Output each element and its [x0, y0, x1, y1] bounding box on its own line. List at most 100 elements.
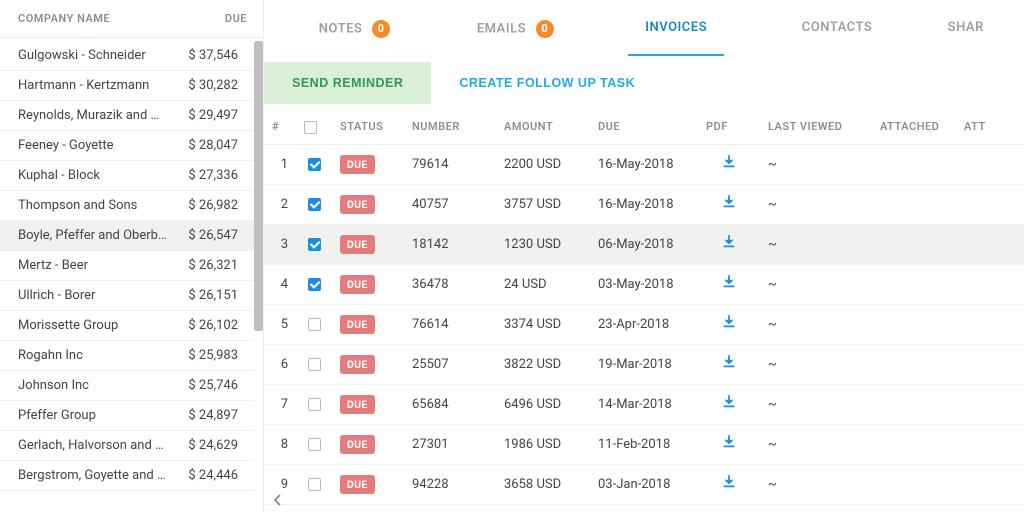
download-icon[interactable] — [722, 395, 736, 413]
row-select-checkbox[interactable] — [308, 478, 321, 491]
company-due: $ 26,321 — [170, 258, 238, 273]
column-header-company[interactable]: COMPANY NAME — [18, 12, 179, 25]
row-select-cell — [296, 344, 332, 384]
sidebar-item[interactable]: Gulgowski - Schneider$ 37,546 — [0, 41, 254, 71]
create-follow-up-button[interactable]: CREATE FOLLOW UP TASK — [431, 62, 663, 104]
sidebar-item[interactable]: Gerlach, Halvorson and Kuvalis$ 24,629 — [0, 431, 254, 461]
sidebar-item[interactable]: Johnson Inc$ 25,746 — [0, 371, 254, 401]
sidebar-scrollbar-thumb[interactable] — [254, 41, 263, 331]
tab-share[interactable]: SHAR — [918, 4, 1015, 56]
company-list: Gulgowski - Schneider$ 37,546Hartmann - … — [0, 41, 254, 512]
row-index: 4 — [264, 264, 296, 304]
row-due-date: 11-Feb-2018 — [590, 424, 698, 464]
table-row[interactable]: 4DUE3647824 USD03-May-2018~ — [264, 264, 1024, 304]
table-row[interactable]: 6DUE255073822 USD19-Mar-2018~ — [264, 344, 1024, 384]
sidebar-item[interactable]: Mertz - Beer$ 26,321 — [0, 251, 254, 281]
column-header-index: # — [264, 110, 296, 144]
row-select-checkbox[interactable] — [308, 398, 321, 411]
row-last-viewed: ~ — [760, 304, 872, 344]
company-sidebar: COMPANY NAME DUE Gulgowski - Schneider$ … — [0, 0, 264, 512]
row-number: 79614 — [404, 144, 496, 184]
column-header-last-viewed[interactable]: LAST VIEWED — [760, 110, 872, 144]
sidebar-item[interactable]: Reynolds, Murazik and Wiza$ 29,497 — [0, 101, 254, 131]
row-last-viewed: ~ — [760, 144, 872, 184]
column-header-number[interactable]: NUMBER — [404, 110, 496, 144]
table-row[interactable]: 2DUE407573757 USD16-May-2018~ — [264, 184, 1024, 224]
column-header-att[interactable]: ATT — [956, 110, 1024, 144]
row-pdf — [698, 264, 760, 304]
tab-emails[interactable]: EMAILS 0 — [435, 4, 596, 56]
row-pdf — [698, 304, 760, 344]
company-due: $ 26,151 — [170, 288, 238, 303]
column-header-attached[interactable]: ATTACHED — [872, 110, 956, 144]
table-row[interactable]: 1DUE796142200 USD16-May-2018~ — [264, 144, 1024, 184]
table-row[interactable]: 3DUE181421230 USD06-May-2018~ — [264, 224, 1024, 264]
row-due-date: 16-May-2018 — [590, 144, 698, 184]
table-row[interactable]: 5DUE766143374 USD23-Apr-2018~ — [264, 304, 1024, 344]
row-select-checkbox[interactable] — [308, 358, 321, 371]
column-header-due[interactable]: DUE — [179, 12, 247, 25]
row-att2 — [956, 304, 1024, 344]
column-header-due[interactable]: DUE — [590, 110, 698, 144]
sidebar-item[interactable]: Kuphal - Block$ 27,336 — [0, 161, 254, 191]
status-pill: DUE — [340, 235, 375, 254]
send-reminder-button[interactable]: SEND REMINDER — [264, 62, 431, 104]
table-row[interactable]: 8DUE273011986 USD11-Feb-2018~ — [264, 424, 1024, 464]
sidebar-item[interactable]: Thompson and Sons$ 26,982 — [0, 191, 254, 221]
sidebar-item[interactable]: Rogahn Inc$ 25,983 — [0, 341, 254, 371]
download-icon[interactable] — [722, 275, 736, 293]
download-icon[interactable] — [722, 435, 736, 453]
status-pill: DUE — [340, 395, 375, 414]
sidebar-item[interactable]: Boyle, Pfeffer and Oberbrunner$ 26,547 — [0, 221, 254, 251]
invoice-action-bar: SEND REMINDER CREATE FOLLOW UP TASK — [264, 56, 1024, 110]
row-pdf — [698, 184, 760, 224]
row-select-checkbox[interactable] — [308, 438, 321, 451]
row-last-viewed: ~ — [760, 424, 872, 464]
table-row[interactable]: 9DUE942283658 USD03-Jan-2018~ — [264, 464, 1024, 504]
status-pill: DUE — [340, 275, 375, 294]
row-status: DUE — [332, 424, 404, 464]
sidebar-scrollbar-track[interactable] — [254, 41, 263, 512]
row-select-checkbox[interactable] — [308, 238, 321, 251]
row-amount: 3757 USD — [496, 184, 590, 224]
sidebar-item[interactable]: Feeney - Goyette$ 28,047 — [0, 131, 254, 161]
sidebar-item[interactable]: Pfeffer Group$ 24,897 — [0, 401, 254, 431]
row-select-checkbox[interactable] — [308, 318, 321, 331]
tab-label: NOTES — [319, 21, 363, 36]
sidebar-item[interactable]: Hartmann - Kertzmann$ 30,282 — [0, 71, 254, 101]
company-name: Gulgowski - Schneider — [18, 48, 170, 63]
row-select-checkbox[interactable] — [308, 278, 321, 291]
download-icon[interactable] — [722, 315, 736, 333]
download-icon[interactable] — [722, 155, 736, 173]
table-row[interactable]: 7DUE656846496 USD14-Mar-2018~ — [264, 384, 1024, 424]
download-icon[interactable] — [722, 235, 736, 253]
horizontal-scroll-left-icon[interactable] — [272, 494, 284, 506]
row-att2 — [956, 224, 1024, 264]
tab-invoices[interactable]: INVOICES — [596, 4, 757, 56]
column-header-amount[interactable]: AMOUNT — [496, 110, 590, 144]
row-attached — [872, 464, 956, 504]
sidebar-item[interactable]: Bergstrom, Goyette and Nikolaus$ 24,446 — [0, 461, 254, 491]
row-due-date: 14-Mar-2018 — [590, 384, 698, 424]
company-due: $ 30,282 — [170, 78, 238, 93]
column-header-pdf[interactable]: PDF — [698, 110, 760, 144]
row-select-checkbox[interactable] — [308, 158, 321, 171]
download-icon[interactable] — [722, 355, 736, 373]
row-select-checkbox[interactable] — [308, 198, 321, 211]
sidebar-item[interactable]: Morissette Group$ 26,102 — [0, 311, 254, 341]
row-att2 — [956, 424, 1024, 464]
company-due: $ 25,746 — [170, 378, 238, 393]
row-select-cell — [296, 464, 332, 504]
download-icon[interactable] — [722, 195, 736, 213]
tab-notes[interactable]: NOTES 0 — [274, 4, 435, 56]
sidebar-item[interactable]: Ullrich - Borer$ 26,151 — [0, 281, 254, 311]
download-icon[interactable] — [722, 475, 736, 493]
row-pdf — [698, 224, 760, 264]
select-all-checkbox[interactable] — [304, 121, 317, 134]
row-select-cell — [296, 384, 332, 424]
company-name: Boyle, Pfeffer and Oberbrunner — [18, 228, 170, 243]
row-status: DUE — [332, 224, 404, 264]
row-pdf — [698, 344, 760, 384]
tab-contacts[interactable]: CONTACTS — [757, 4, 918, 56]
column-header-status[interactable]: STATUS — [332, 110, 404, 144]
